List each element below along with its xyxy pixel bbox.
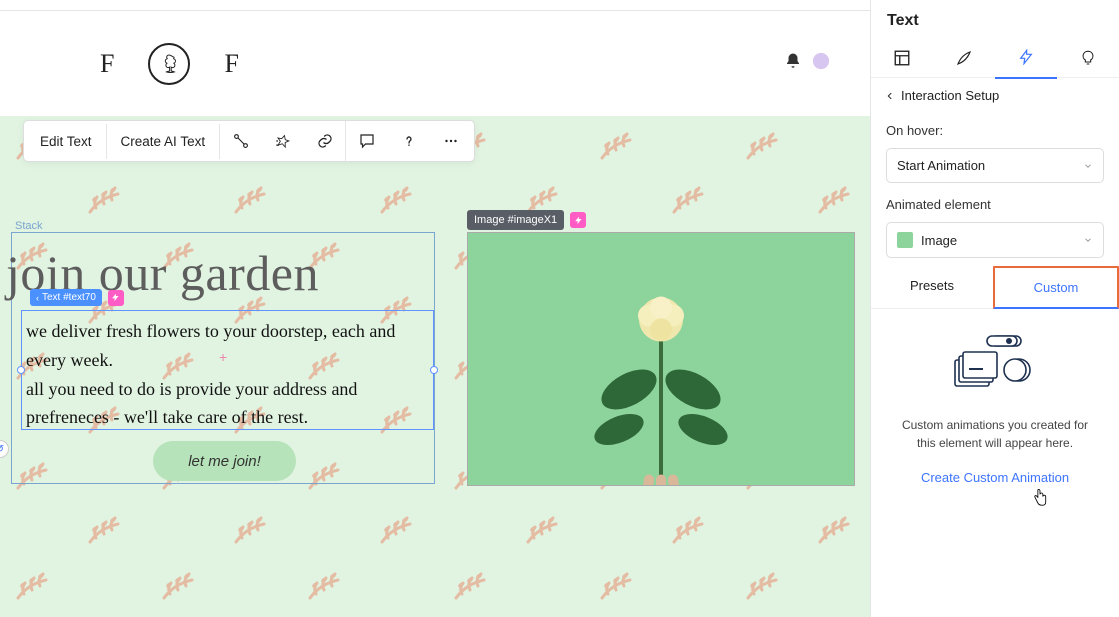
- link-icon[interactable]: [304, 121, 346, 161]
- on-hover-label: On hover:: [886, 123, 1104, 138]
- empty-state-illustration: [871, 309, 1119, 416]
- avatar-icon[interactable]: [812, 52, 830, 75]
- resize-handle-left[interactable]: [17, 366, 25, 374]
- create-custom-animation-link[interactable]: Create Custom Animation: [871, 452, 1119, 491]
- brand-flower-icon: [148, 43, 190, 85]
- bell-icon[interactable]: [784, 52, 802, 75]
- animated-element-label: Animated element: [886, 197, 1104, 212]
- panel-title: Text: [871, 0, 1119, 38]
- animated-element-dropdown[interactable]: Image: [886, 222, 1104, 258]
- text-id-chip[interactable]: ‹Text #text70: [30, 289, 102, 306]
- editor-top-bar: [0, 0, 870, 11]
- tab-layout-icon[interactable]: [871, 37, 933, 79]
- tab-presets[interactable]: Presets: [871, 266, 993, 309]
- anchor-icon[interactable]: [220, 121, 262, 161]
- stack-label[interactable]: Stack: [15, 220, 43, 232]
- comment-icon[interactable]: [346, 121, 388, 161]
- tab-design-icon[interactable]: [933, 37, 995, 79]
- text-id-label: Text #text70: [42, 292, 96, 303]
- canvas-image[interactable]: [467, 232, 855, 486]
- animation-icon[interactable]: [262, 121, 304, 161]
- body-paragraph-2[interactable]: all you need to do is provide your addre…: [26, 375, 429, 433]
- chevron-down-icon: [1083, 161, 1093, 171]
- header-icon-group: [784, 52, 830, 75]
- trigger-value: Start Animation: [897, 158, 985, 173]
- body-paragraph-1[interactable]: we deliver fresh flowers to your doorste…: [26, 317, 429, 375]
- more-icon[interactable]: [430, 121, 472, 161]
- tab-custom[interactable]: Custom: [993, 266, 1119, 309]
- text-toolbar: Edit Text Create AI Text: [23, 120, 475, 162]
- image-element-tag[interactable]: Image #imageX1: [467, 210, 586, 230]
- trigger-dropdown[interactable]: Start Animation: [886, 148, 1104, 183]
- edit-text-button[interactable]: Edit Text: [26, 124, 107, 159]
- page-background: Stack join our garden ‹Text #text70 we d…: [0, 116, 870, 617]
- animated-element-value: Image: [921, 233, 957, 248]
- breadcrumb[interactable]: Interaction Setup: [871, 78, 1119, 113]
- flower-illustration: [551, 260, 771, 486]
- animated-element-section: Animated element Image: [871, 187, 1119, 262]
- tab-help-icon[interactable]: [1057, 37, 1119, 79]
- text-element-tag[interactable]: ‹Text #text70: [30, 289, 124, 306]
- join-button-label: let me join!: [188, 453, 261, 470]
- inspector-panel: Text Interaction Setup On hover: Start A…: [870, 0, 1119, 617]
- panel-tab-row: [871, 38, 1119, 78]
- lightning-chip-icon[interactable]: [108, 290, 124, 306]
- animation-mode-tabs: Presets Custom: [871, 266, 1119, 309]
- breadcrumb-label: Interaction Setup: [901, 88, 999, 103]
- chevron-down-icon: [1083, 235, 1093, 245]
- brand-letter-left: F: [100, 49, 114, 79]
- on-hover-section: On hover: Start Animation: [871, 113, 1119, 187]
- brand-letter-right: F: [224, 49, 238, 79]
- create-link-label: Create Custom Animation: [921, 470, 1069, 485]
- plus-indicator-icon: +: [219, 349, 227, 365]
- canvas-area: F F: [0, 0, 870, 617]
- selected-text-element[interactable]: we deliver fresh flowers to your doorste…: [21, 310, 434, 430]
- join-button[interactable]: let me join!: [153, 441, 296, 481]
- image-id-chip[interactable]: Image #imageX1: [467, 210, 564, 230]
- tab-interactions-icon[interactable]: [995, 37, 1057, 79]
- resize-handle-right[interactable]: [430, 366, 438, 374]
- cursor-hand-icon: [1031, 488, 1049, 511]
- element-thumb-icon: [897, 232, 913, 248]
- site-header: F F: [0, 11, 870, 116]
- lightning-chip-icon[interactable]: [570, 212, 586, 228]
- brand-logo: F F: [100, 43, 239, 85]
- create-ai-text-button[interactable]: Create AI Text: [107, 124, 221, 159]
- help-icon[interactable]: [388, 121, 430, 161]
- chevron-left-icon: [885, 91, 895, 101]
- empty-state-text: Custom animations you created for this e…: [871, 416, 1119, 452]
